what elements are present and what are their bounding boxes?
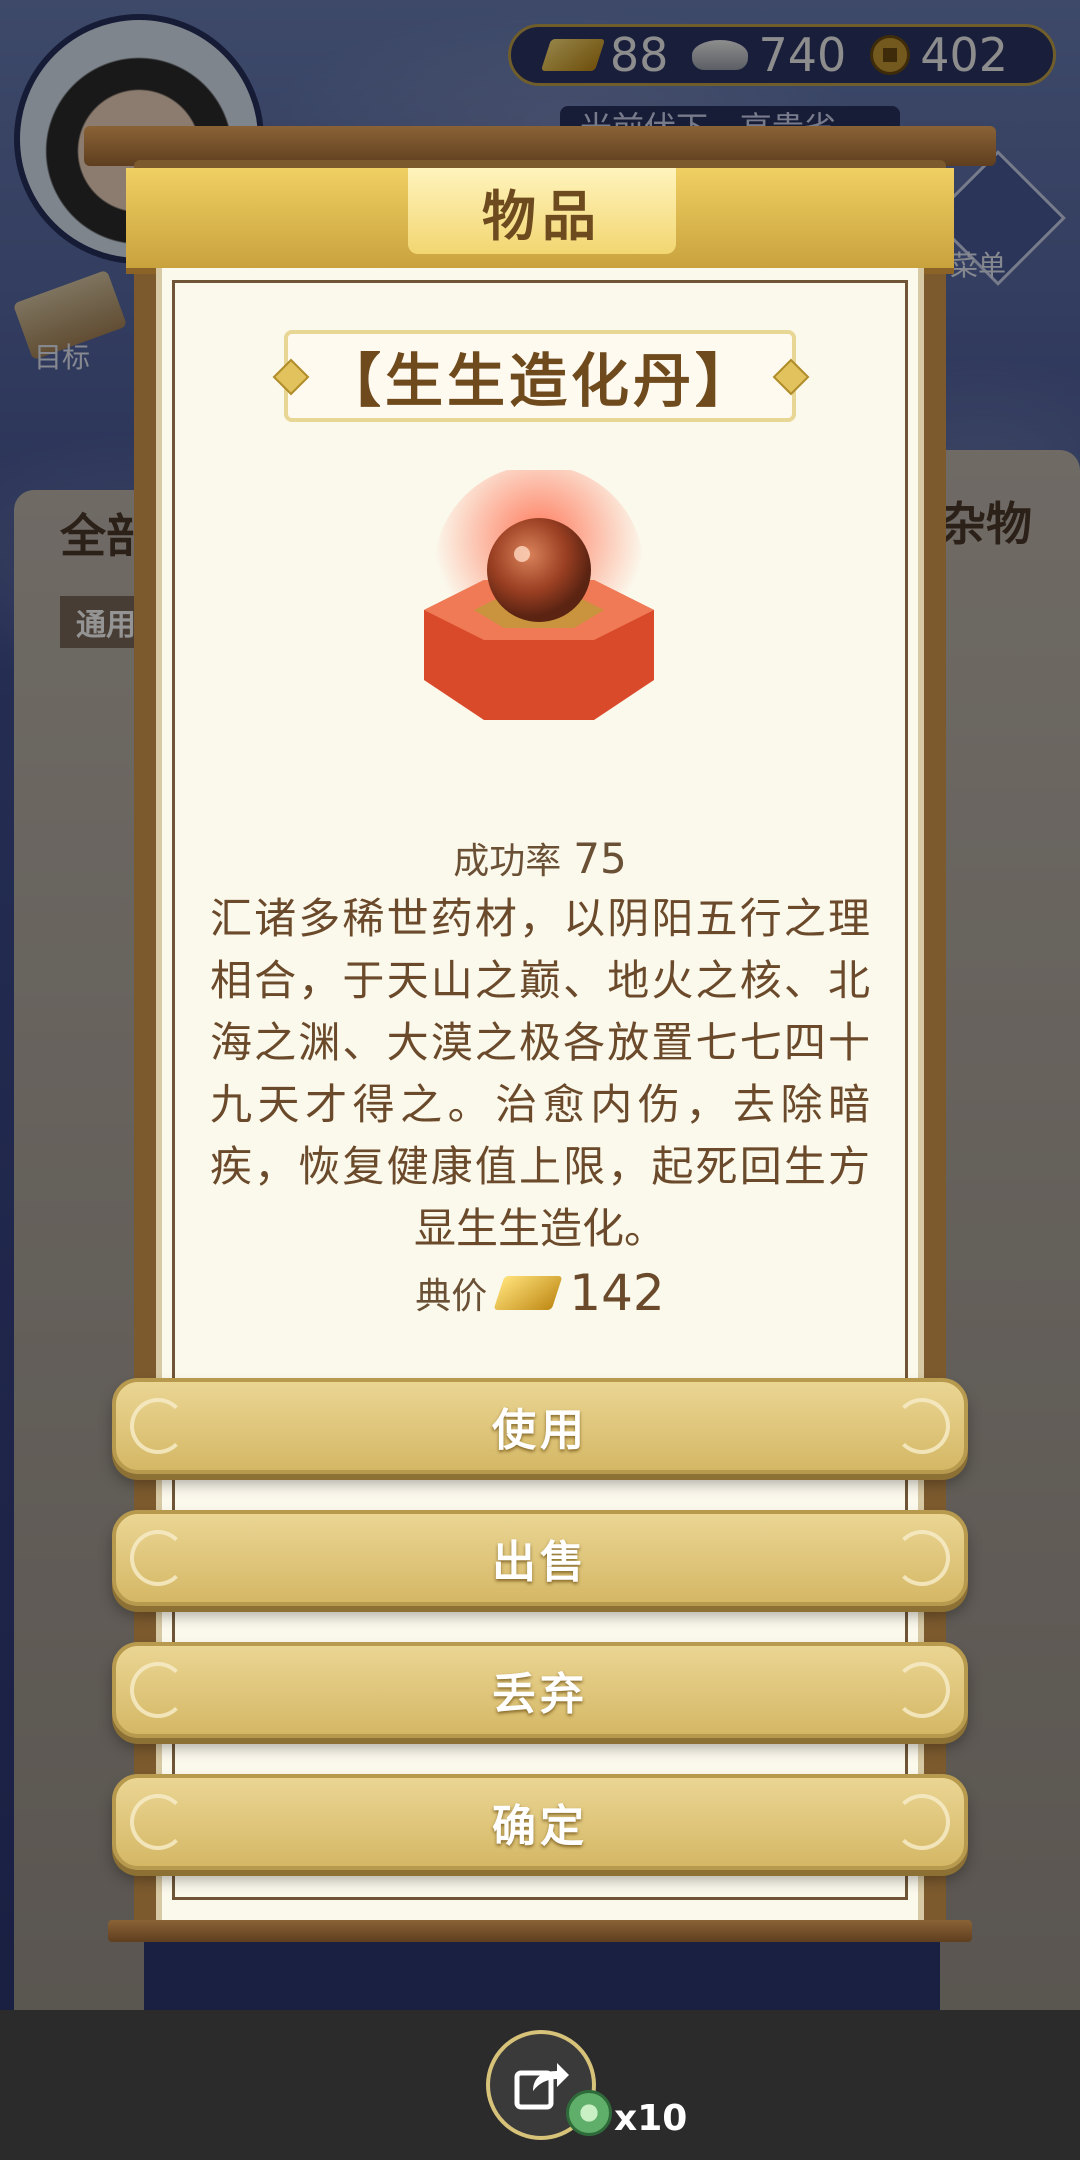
scroll-bottom-rod — [108, 1920, 972, 1942]
success-rate-value: 75 — [573, 834, 627, 883]
sell-button-label: 出售 — [492, 1537, 588, 1588]
item-name-plate: 【生生造化丹】 — [284, 330, 796, 422]
discard-button-label: 丢弃 — [492, 1669, 588, 1720]
cloud-swirl-icon — [894, 1398, 950, 1454]
success-rate-row: 成功率 75 — [156, 832, 924, 884]
item-name: 【生生造化丹】 — [322, 347, 757, 415]
price-label: 典价 — [415, 1276, 488, 1317]
dialog-title: 物品 — [408, 168, 676, 254]
jade-token-icon — [566, 2090, 612, 2136]
confirm-button-label: 确定 — [492, 1801, 588, 1852]
share-count: x10 — [614, 2098, 688, 2139]
cloud-swirl-icon — [894, 1794, 950, 1850]
price-row: 典价 142 — [156, 1264, 924, 1322]
cloud-swirl-icon — [894, 1530, 950, 1586]
cloud-swirl-icon — [894, 1662, 950, 1718]
use-button[interactable]: 使用 — [112, 1378, 968, 1474]
cloud-swirl-icon — [130, 1794, 186, 1850]
share-arrow-icon — [514, 2063, 569, 2110]
sell-button[interactable]: 出售 — [112, 1510, 968, 1606]
success-rate-label: 成功率 — [453, 841, 562, 882]
price-value: 142 — [569, 1264, 665, 1322]
cloud-swirl-icon — [130, 1662, 186, 1718]
pill-on-pedestal-icon — [424, 470, 654, 720]
cloud-swirl-icon — [130, 1530, 186, 1586]
item-description: 汇诸多稀世药材，以阴阳五行之理相合，于天山之巅、地火之核、北海之渊、大漠之极各放… — [210, 894, 870, 1253]
use-button-label: 使用 — [492, 1405, 588, 1456]
discard-button[interactable]: 丢弃 — [112, 1642, 968, 1738]
gold-ingot-icon — [493, 1276, 563, 1310]
confirm-button[interactable]: 确定 — [112, 1774, 968, 1870]
cloud-swirl-icon — [130, 1398, 186, 1454]
